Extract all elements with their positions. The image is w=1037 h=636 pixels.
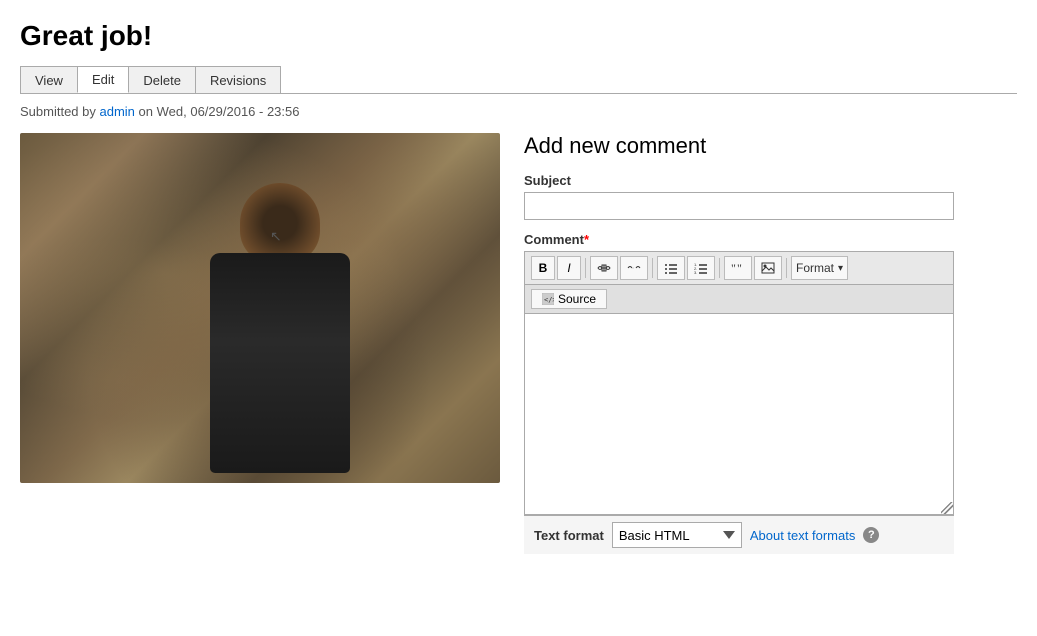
submitted-date: on Wed, 06/29/2016 - 23:56: [139, 104, 300, 119]
svg-text:": ": [731, 262, 736, 274]
subject-input[interactable]: [524, 192, 954, 220]
submitted-by-text: Submitted by: [20, 104, 96, 119]
bullet-list-icon: [664, 262, 678, 274]
editor-toolbar: B I: [525, 252, 953, 285]
admin-link[interactable]: admin: [100, 104, 135, 119]
image-button[interactable]: [754, 256, 782, 280]
number-list-icon: 1. 2. 3.: [694, 262, 708, 274]
number-list-button[interactable]: 1. 2. 3.: [687, 256, 715, 280]
about-formats-link[interactable]: About text formats: [750, 528, 856, 543]
editor-body[interactable]: [525, 314, 953, 514]
cursor: ↖: [270, 228, 282, 245]
bold-button[interactable]: B: [531, 256, 555, 280]
text-format-select[interactable]: Basic HTML Full HTML Plain text Restrict…: [612, 522, 742, 548]
article-image: ↖: [20, 133, 500, 483]
figure-silhouette: [180, 183, 380, 473]
comment-form-title: Add new comment: [524, 133, 1017, 159]
toolbar-separator-1: [585, 258, 586, 278]
toolbar-separator-2: [652, 258, 653, 278]
tab-bar: View Edit Delete Revisions: [20, 66, 1017, 94]
text-format-label: Text format: [534, 528, 604, 543]
page-title: Great job!: [20, 20, 1017, 52]
source-icon: </>: [542, 293, 554, 305]
tab-delete[interactable]: Delete: [128, 66, 196, 93]
svg-text:</>: </>: [544, 296, 554, 304]
image-icon: [761, 262, 775, 274]
tab-edit[interactable]: Edit: [77, 66, 129, 93]
source-label: Source: [558, 292, 596, 306]
toolbar-separator-3: [719, 258, 720, 278]
blockquote-icon: " ": [731, 262, 745, 274]
tab-view[interactable]: View: [20, 66, 78, 93]
submission-info: Submitted by admin on Wed, 06/29/2016 - …: [20, 104, 1017, 119]
image-area: ↖: [20, 133, 500, 483]
editor-wrapper: B I: [524, 251, 954, 515]
unlink-icon: [627, 263, 641, 273]
blockquote-button[interactable]: " ": [724, 256, 752, 280]
main-content: ↖ Add new comment Subject Comment* B I: [20, 133, 1017, 554]
help-icon[interactable]: ?: [863, 527, 879, 543]
comment-form: Add new comment Subject Comment* B I: [524, 133, 1017, 554]
italic-button[interactable]: I: [557, 256, 581, 280]
tab-revisions[interactable]: Revisions: [195, 66, 281, 93]
editor-resize-handle[interactable]: [941, 502, 953, 514]
format-label: Format: [796, 261, 834, 275]
editor-source-bar: </> Source: [525, 285, 953, 314]
comment-label: Comment*: [524, 232, 1017, 247]
required-indicator: *: [584, 232, 589, 247]
bullet-list-button[interactable]: [657, 256, 685, 280]
subject-label: Subject: [524, 173, 1017, 188]
svg-text:": ": [737, 262, 742, 274]
format-dropdown[interactable]: Format ▾: [791, 256, 848, 280]
format-dropdown-arrow: ▾: [838, 263, 843, 274]
svg-text:3.: 3.: [694, 270, 697, 274]
link-button[interactable]: [590, 256, 618, 280]
source-button[interactable]: </> Source: [531, 289, 607, 309]
unlink-button[interactable]: [620, 256, 648, 280]
text-format-bar: Text format Basic HTML Full HTML Plain t…: [524, 515, 954, 554]
toolbar-separator-4: [786, 258, 787, 278]
link-icon: [597, 263, 611, 273]
